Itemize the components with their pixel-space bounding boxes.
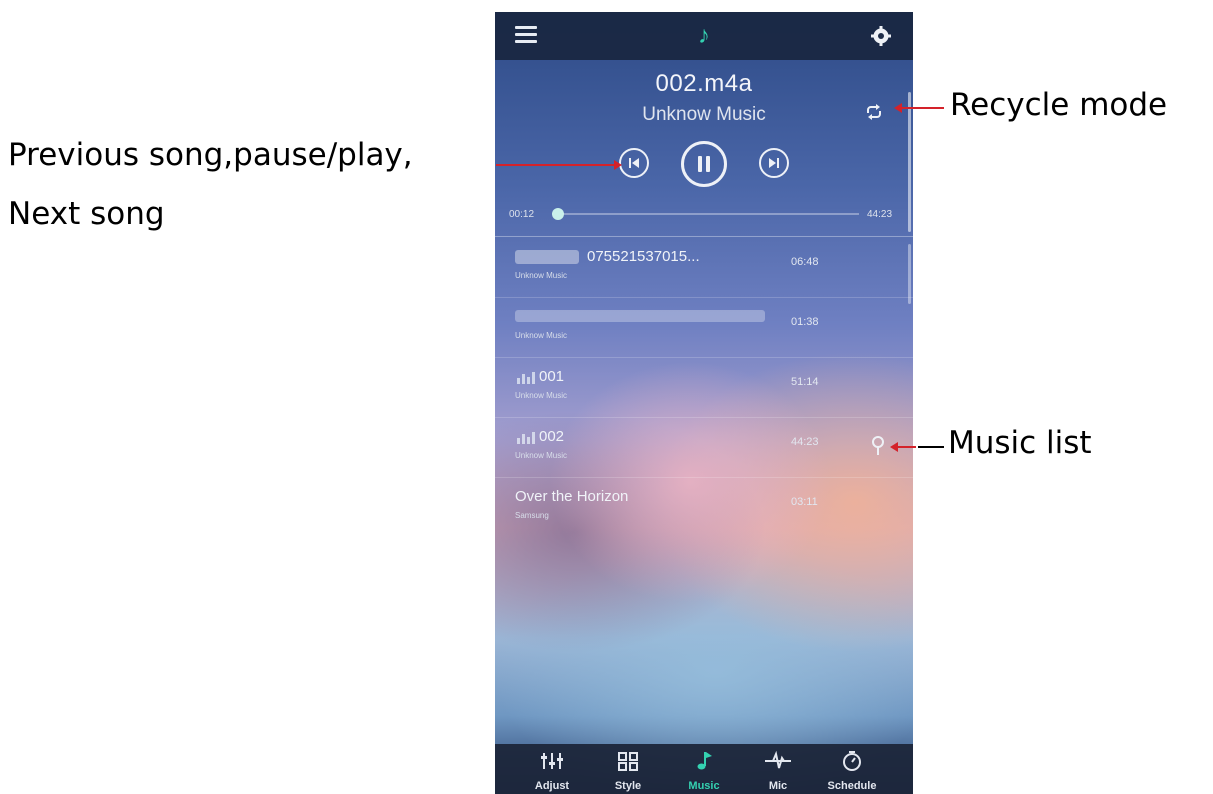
song-artist: Unknow Music — [515, 451, 568, 460]
list-item[interactable]: Over the Horizon Samsung 03:11 — [495, 478, 913, 538]
list-item[interactable]: 001 Unknow Music 51:14 — [495, 358, 913, 418]
list-item[interactable]: 075521537015... Unknow Music 06:48 — [495, 238, 913, 298]
sliders-icon — [541, 753, 563, 769]
annotation-controls-arrowhead — [614, 160, 622, 170]
progress-knob[interactable] — [552, 208, 565, 220]
tab-style[interactable]: Style — [593, 744, 663, 794]
tab-label: Schedule — [827, 780, 877, 792]
music-note-icon — [697, 752, 712, 770]
pause-play-button[interactable] — [681, 141, 727, 187]
timer-icon — [843, 751, 861, 771]
song-artist: Unknow Music — [515, 331, 568, 340]
blurred-title — [515, 310, 765, 322]
tab-adjust[interactable]: Adjust — [517, 744, 587, 794]
song-artist: Unknow Music — [515, 391, 568, 400]
music-note-icon: ♪ — [698, 22, 710, 49]
song-title: 001 — [539, 368, 565, 385]
progress-track[interactable] — [552, 208, 859, 220]
bottom-tab-bar: Adjust Style Music Mic Schedule — [495, 744, 913, 794]
song-duration: 01:38 — [791, 316, 819, 328]
annotation-controls-line — [496, 164, 614, 166]
scrollbar[interactable] — [908, 92, 911, 232]
annotation-music-list-dash — [918, 446, 944, 448]
song-duration: 06:48 — [791, 256, 819, 268]
tab-mic[interactable]: Mic — [743, 744, 813, 794]
divider — [495, 236, 913, 237]
tab-label: Music — [688, 780, 720, 792]
tab-schedule[interactable]: Schedule — [817, 744, 887, 794]
now-playing-title: 002.m4a — [655, 70, 753, 97]
list-item[interactable]: Unknow Music 01:38 — [495, 298, 913, 358]
previous-song-button[interactable] — [619, 148, 649, 178]
total-time: 44:23 — [867, 209, 893, 220]
recycle-icon[interactable] — [865, 104, 883, 120]
gear-icon[interactable] — [871, 26, 891, 46]
menu-icon[interactable] — [515, 26, 537, 44]
annotation-music-list: Music list — [948, 425, 1092, 461]
tab-music[interactable]: Music — [669, 744, 739, 794]
annotation-music-list-arrowhead — [890, 442, 898, 452]
blurred-thumbnail — [515, 250, 579, 264]
song-artist: Samsung — [515, 511, 549, 520]
song-duration: 44:23 — [791, 436, 819, 448]
tab-label: Style — [614, 780, 642, 792]
song-duration: 03:11 — [791, 496, 818, 508]
pause-icon — [698, 156, 710, 172]
top-bar: ♪ — [495, 12, 913, 60]
annotation-controls-line1: Previous song,pause/play, — [8, 137, 413, 173]
grid-icon — [618, 752, 638, 771]
mic-icon — [765, 750, 791, 769]
next-song-button[interactable] — [759, 148, 789, 178]
pin-icon[interactable] — [871, 436, 885, 456]
song-title: Over the Horizon — [515, 488, 629, 505]
equalizer-icon — [517, 432, 535, 444]
song-duration: 51:14 — [791, 376, 819, 388]
current-time: 00:12 — [509, 209, 535, 220]
tab-label: Mic — [768, 780, 788, 792]
phone-screen: ♪ 002.m4a Unknow Music 00:12 44:23 07552… — [495, 12, 913, 794]
list-item[interactable]: 002 Unknow Music 44:23 — [495, 418, 913, 478]
annotation-music-list-line — [898, 446, 916, 448]
annotation-recycle-mode: Recycle mode — [950, 87, 1168, 123]
tab-label: Adjust — [534, 780, 570, 792]
annotation-controls-line2: Next song — [8, 196, 165, 232]
equalizer-icon — [517, 372, 535, 384]
now-playing-artist: Unknow Music — [642, 104, 766, 125]
annotation-recycle-arrowhead — [894, 103, 902, 113]
song-title: 002 — [539, 428, 565, 445]
annotation-recycle-line — [902, 107, 944, 109]
song-title: 075521537015... — [587, 248, 700, 265]
song-artist: Unknow Music — [515, 271, 568, 280]
previous-icon — [629, 158, 639, 168]
next-icon — [769, 158, 779, 168]
